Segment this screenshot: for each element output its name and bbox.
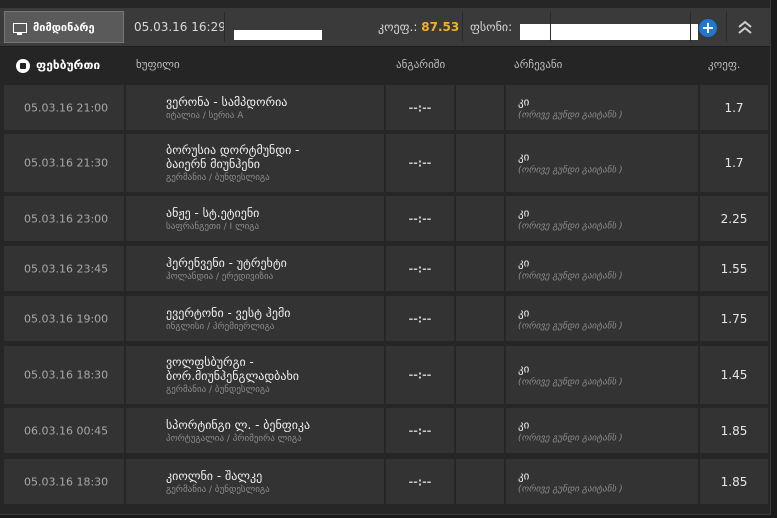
match-time: 06.03.16 00:45 <box>24 424 109 437</box>
odds-value: 1.75 <box>720 311 748 326</box>
match-score: --:-- <box>408 262 432 275</box>
odds-value: 1.7 <box>724 156 744 170</box>
match-title: ჰერენვენი - უტრეხტი <box>166 255 287 270</box>
total-coef: კოეფ.: 87.53 <box>378 8 459 46</box>
pick-value: კი <box>518 418 530 431</box>
pick-value: კი <box>518 469 530 482</box>
match-title: ევერტონი - ვესტ ჰემი <box>166 305 291 320</box>
pick-description: (ორივე გუნდი გაიტანს ) <box>518 433 623 443</box>
total-coef-label: კოეფ.: <box>378 20 418 34</box>
odds-value: 2.25 <box>720 211 748 226</box>
odds-value: 1.85 <box>720 474 748 489</box>
match-score: --:-- <box>408 424 432 437</box>
top-bar: მიმდინარე 05.03.16 16:29 კოეფ.: 87.53 ფს… <box>0 8 770 47</box>
football-icon <box>16 58 30 73</box>
divider <box>690 12 691 42</box>
match-time: 05.03.16 21:00 <box>24 101 109 114</box>
league-label: საფრანგეთი / I ლიგა <box>166 221 260 232</box>
odds-value: 1.85 <box>720 423 748 438</box>
live-tab[interactable]: მიმდინარე <box>4 11 124 43</box>
redacted-stake-input[interactable] <box>520 24 698 40</box>
match-time: 05.03.16 18:30 <box>24 368 109 382</box>
match-score: --:-- <box>408 312 432 325</box>
league-label: იტალია / სერია A <box>166 110 244 121</box>
table-row[interactable]: 05.03.16 21:30 ბორუსია დორტმუნდი - ბაიერ… <box>4 134 768 192</box>
match-title: კიოლნი - შალკე <box>166 468 263 483</box>
pick-description: (ორივე გუნდი გაიტანს ) <box>518 484 623 494</box>
table-row[interactable]: 05.03.16 21:00 ვერონა - სამპდორია იტალია … <box>4 85 768 130</box>
match-time: 05.03.16 23:45 <box>24 262 109 275</box>
pick-value: კი <box>518 206 530 219</box>
pick-description: (ორივე გუნდი გაიტანს ) <box>518 321 623 331</box>
table-header: ფეხბურთი ხუფილი ანგარიში არჩევანი კოეფ. <box>0 48 770 82</box>
table-row[interactable]: 05.03.16 23:45 ჰერენვენი - უტრეხტი ჰოლანდ… <box>4 246 768 291</box>
match-time: 05.03.16 21:30 <box>24 156 109 170</box>
monitor-icon <box>13 23 27 35</box>
odds-value: 1.55 <box>720 261 748 276</box>
table-row[interactable]: 05.03.16 23:00 ანჟე - სტ.ეტიენი საფრანგეთ… <box>4 196 768 241</box>
current-datetime: 05.03.16 16:29 <box>134 20 226 34</box>
divider <box>224 12 225 42</box>
match-score: --:-- <box>408 475 432 488</box>
table-row[interactable]: 06.03.16 00:45 სპორტინგი ლ. - ბენფიკა პორ… <box>4 408 768 453</box>
bets-window: მიმდინარე 05.03.16 16:29 კოეფ.: 87.53 ფს… <box>0 0 771 515</box>
match-title: ანჟე - სტ.ეტიენი <box>166 205 260 220</box>
league-label: ინგლისი / პრემიერლიგა <box>166 321 275 332</box>
pick-value: კი <box>518 362 530 376</box>
pick-description: (ორივე გუნდი გაიტანს ) <box>518 271 623 281</box>
pick-description: (ორივე გუნდი გაიტანს ) <box>518 110 623 120</box>
table-row[interactable]: 05.03.16 18:30 ვოლფსბურგი - ბორ.მიუნჰენგ… <box>4 346 768 404</box>
pick-value: კი <box>518 306 530 319</box>
column-header-odds: კოეფ. <box>708 58 741 71</box>
pick-description: (ორივე გუნდი გაიტანს ) <box>518 221 623 231</box>
match-score: --:-- <box>408 101 432 114</box>
double-chevron-up-icon[interactable] <box>726 12 763 42</box>
match-title: სპორტინგი ლ. - ბენფიკა <box>166 417 311 432</box>
divider <box>462 12 463 42</box>
match-time: 05.03.16 19:00 <box>24 312 109 325</box>
table-row[interactable]: 05.03.16 19:00 ევერტონი - ვესტ ჰემი ინგლი… <box>4 296 768 341</box>
live-tab-label: მიმდინარე <box>33 21 95 34</box>
column-header-score: ანგარიში <box>396 58 446 71</box>
stake-label: ფსონი: <box>470 20 513 34</box>
total-coef-value: 87.53 <box>421 20 460 34</box>
pick-value: კი <box>518 256 530 269</box>
sport-label: ფეხბურთი <box>36 58 101 72</box>
match-score: --:-- <box>408 368 432 382</box>
match-score: --:-- <box>408 212 432 225</box>
league-label: გერმანია / ბუნდესლიგა <box>166 385 270 395</box>
odds-value: 1.7 <box>724 100 744 115</box>
league-label: ჰოლანდია / ერედივიზია <box>166 271 274 282</box>
pick-value: კი <box>518 150 530 164</box>
match-score: --:-- <box>408 156 432 170</box>
column-header-pick: არჩევანი <box>514 58 563 71</box>
pick-value: კი <box>518 95 530 108</box>
match-time: 05.03.16 23:00 <box>24 212 109 225</box>
pick-description: (ორივე გუნდი გაიტანს ) <box>518 165 623 176</box>
match-time: 05.03.16 18:30 <box>24 475 109 488</box>
column-header-event: ხუფილი <box>136 58 180 71</box>
league-label: გერმანია / ბუნდესლიგა <box>166 173 270 183</box>
match-title: ბორუსია დორტმუნდი - ბაიერნ მიუნჰენი <box>166 143 300 171</box>
match-title: ვოლფსბურგი - ბორ.მიუნჰენგლადბახი <box>166 355 299 383</box>
league-label: გერმანია / ბუნდესლიგა <box>166 484 270 495</box>
table-row[interactable]: 05.03.16 18:30 კიოლნი - შალკე გერმანია / … <box>4 459 768 504</box>
pick-description: (ორივე გუნდი გაიტანს ) <box>518 377 623 388</box>
divider <box>550 12 551 42</box>
plus-circle-icon[interactable]: + <box>699 19 717 37</box>
odds-value: 1.45 <box>720 368 748 382</box>
match-title: ვერონა - სამპდორია <box>166 94 288 109</box>
sport-title: ფეხბურთი <box>16 48 100 82</box>
redacted-username <box>234 30 322 40</box>
league-label: პორტუგალია / პრიმეირა ლიგა <box>166 433 302 444</box>
